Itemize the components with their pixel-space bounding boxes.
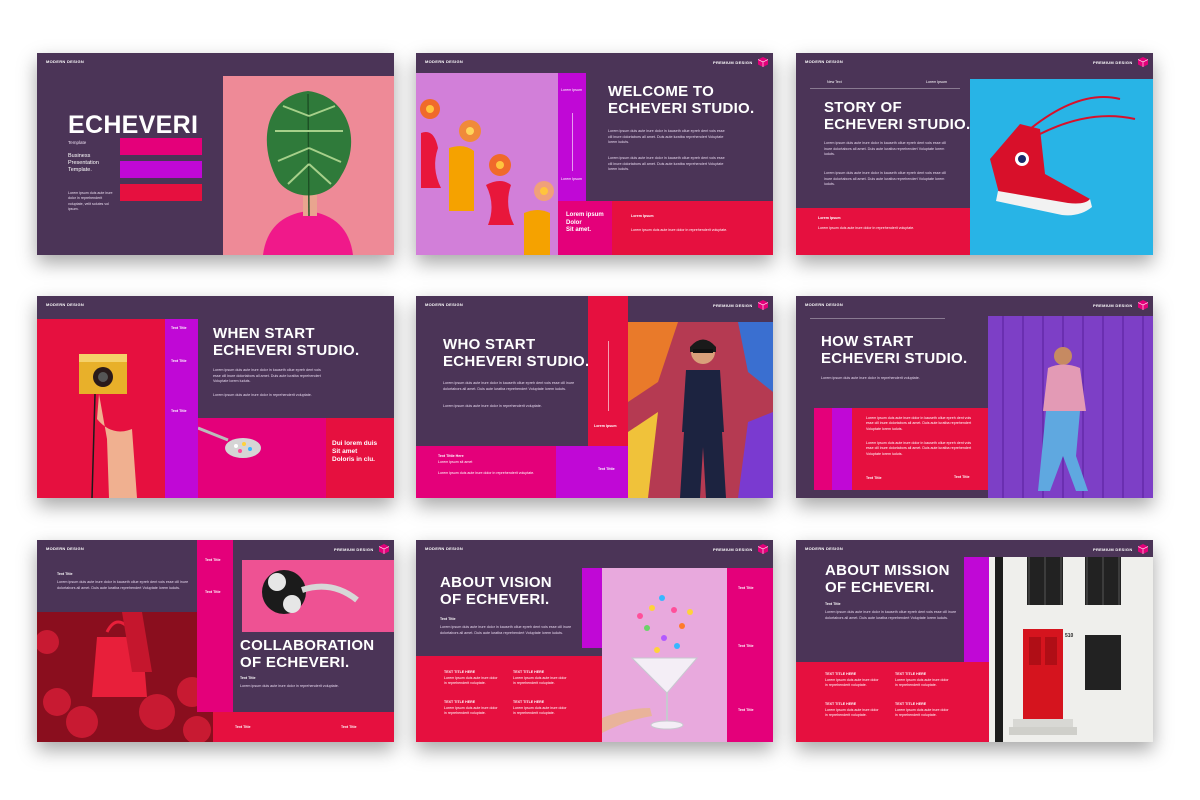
slide-tagline: Business Presentation Template. (68, 153, 99, 174)
cube-logo-icon (1138, 300, 1148, 310)
accent-bar-purple (964, 557, 989, 662)
footer-tile: Text Tittle (556, 446, 628, 498)
box-callout: Lorem ipsum Dolor Sit amet. (558, 201, 612, 255)
photo-cocktail-glass (602, 568, 727, 742)
brand-left: MODERN DESIGN (425, 546, 464, 551)
slide-paragraph: Lorem ipsum duis aute irure dolor in kau… (825, 610, 957, 620)
cube-logo-icon (758, 544, 768, 554)
color-bar-red (120, 184, 202, 201)
slide-1-cover[interactable]: MODERN DESIGN ECHEVERI Template Business… (37, 53, 394, 255)
slide-body: Lorem ipsum duis aute irure dolor in rep… (68, 191, 113, 212)
cube-logo-icon (1138, 544, 1148, 554)
photo-camera-hand (37, 319, 165, 498)
brand-left: MODERN DESIGN (425, 59, 464, 64)
side-column: Text Title Text Title (197, 540, 233, 712)
side-column: Text Title Text Title Text Title (165, 319, 198, 498)
slide-7-collaboration[interactable]: MODERN DESIGN PREMIUM DESIGN Text Title … (37, 540, 394, 742)
slide-title: HOW START ECHEVERI STUDIO. (821, 333, 968, 368)
box-callout: Dui lorem duis Sit amet Doloris in clu. (326, 418, 394, 498)
slide-paragraph-2: Lorem ipsum duis aute irure dolor in rep… (213, 393, 312, 397)
brand-right: PREMIUM DESIGN (334, 547, 374, 552)
cube-logo-icon (758, 300, 768, 310)
photo-candy-spoon (198, 418, 326, 498)
accent-bar-purple (832, 408, 852, 490)
text-title-label: Text Title (240, 676, 256, 680)
photo-red-sneaker (970, 79, 1153, 255)
side-column: Text Title Text Title Text Title (727, 568, 773, 742)
slide-title: STORY OF ECHEVERI STUDIO. (824, 99, 971, 134)
slide-paragraph: Lorem ipsum duis aute irure dolor in kau… (824, 141, 946, 157)
footer-band: Lorem Ipsum Lorem ipsum duis aute irure … (612, 201, 773, 255)
slide-9-mission[interactable]: MODERN DESIGN PREMIUM DESIGN ABOUT MISSI… (796, 540, 1153, 742)
slide-title: ABOUT MISSION OF ECHEVERI. (825, 562, 950, 597)
photo-woman-purple-wall (988, 316, 1153, 498)
slide-subtitle: Template (68, 140, 87, 145)
color-bar-purple (120, 161, 202, 178)
slide-paragraph-2: Lorem ipsum duis aute irure dolor in kau… (608, 156, 725, 172)
slide-title: ABOUT VISION OF ECHEVERI. (440, 574, 552, 609)
small-tile: Text Title (946, 466, 988, 490)
photo-flowers-vases (416, 73, 558, 255)
text-title-label: Text Title (440, 617, 456, 621)
brand-left: MODERN DESIGN (46, 59, 85, 64)
slide-paragraph-2: Lorem ipsum duis aute irure dolor in rep… (443, 404, 542, 408)
door-number: 510 (1065, 633, 1074, 639)
footer-band: Text Title Text Title (213, 712, 394, 742)
slide-8-vision[interactable]: MODERN DESIGN PREMIUM DESIGN ABOUT VISIO… (416, 540, 773, 742)
slide-3-story[interactable]: MODERN DESIGN PREMIUM DESIGN New Text Lo… (796, 53, 1153, 255)
brand-left: MODERN DESIGN (46, 546, 85, 551)
slide-5-who[interactable]: MODERN DESIGN PREMIUM DESIGN WHO START EC… (416, 296, 773, 498)
brand-left: MODERN DESIGN (805, 302, 844, 307)
photo-red-bag (37, 612, 213, 742)
brand-left: MODERN DESIGN (46, 302, 85, 307)
cube-logo-icon (1138, 57, 1148, 67)
photo-woman-headphones (242, 560, 394, 632)
new-text-label: New Text (827, 80, 842, 84)
slide-paragraph: Lorem ipsum duis aute irure dolor in kau… (608, 129, 725, 145)
brand-left: MODERN DESIGN (805, 59, 844, 64)
slide-title: ECHEVERI (68, 111, 199, 139)
brand-right: PREMIUM DESIGN (713, 60, 753, 65)
brand-left: MODERN DESIGN (805, 546, 844, 551)
brand-right: PREMIUM DESIGN (713, 547, 753, 552)
brand-right: PREMIUM DESIGN (1093, 60, 1133, 65)
text-title-label: Text Title (57, 572, 73, 576)
brand-right: PREMIUM DESIGN (1093, 547, 1133, 552)
brand-right: PREMIUM DESIGN (713, 303, 753, 308)
slide-title: WELCOME TO ECHEVERI STUDIO. (608, 83, 755, 118)
brand-right: PREMIUM DESIGN (1093, 303, 1133, 308)
side-column: Lorem Ipsum (588, 296, 628, 446)
slide-paragraph: Lorem ipsum duis aute irure dolor in kau… (213, 368, 321, 384)
slide-4-when[interactable]: MODERN DESIGN Text Title Text Title Text… (37, 296, 394, 498)
accent-bar-purple (582, 568, 602, 648)
side-column: Lorem Ipsum Lorem Ipsum (558, 73, 586, 201)
photo-monstera-leaf (223, 76, 394, 255)
slide-title: COLLABORATION OF ECHEVERI. (240, 637, 375, 672)
lorem-label: Lorem Ipsum (926, 80, 947, 84)
slide-paragraph: Lorem ipsum duis aute irure dolor in kau… (57, 580, 189, 590)
photo-red-door: 510 (989, 557, 1153, 742)
accent-bar-magenta (814, 408, 832, 490)
photo-woman-graffiti (628, 322, 773, 498)
slide-paragraph-2: Lorem ipsum duis aute irure dolor in kau… (824, 171, 946, 187)
content-grid: TEXT TITLE HERE Lorem ipsum duis aute ir… (416, 656, 602, 742)
content-grid: TEXT TITLE HERE Lorem ipsum duis aute ir… (796, 662, 989, 742)
slide-6-how[interactable]: MODERN DESIGN PREMIUM DESIGN HOW START EC… (796, 296, 1153, 498)
brand-left: MODERN DESIGN (425, 302, 464, 307)
footer-band: Lorem Ipsum Lorem ipsum duis aute irure … (796, 208, 970, 255)
cube-logo-icon (758, 57, 768, 67)
slide-title: WHO START ECHEVERI STUDIO. (443, 336, 590, 371)
slide-title: WHEN START ECHEVERI STUDIO. (213, 325, 360, 360)
slide-paragraph: Lorem ipsum duis aute irure dolor in kau… (443, 381, 575, 391)
slide-paragraph: Lorem ipsum duis aute irure dolor in rep… (821, 376, 920, 380)
slide-2-welcome[interactable]: MODERN DESIGN PREMIUM DESIGN Lorem Ipsum… (416, 53, 773, 255)
footer-band: Text Tittle Here Lorem ipsum sit amet Lo… (416, 446, 556, 498)
slide-paragraph: Lorem ipsum duis aute irure dolor in kau… (440, 625, 572, 635)
text-title-label: Text Title (825, 602, 841, 606)
color-bar-magenta (120, 138, 202, 155)
slide-paragraph-2: Lorem ipsum duis aute irure dolor in rep… (240, 684, 339, 688)
cube-logo-icon (379, 544, 389, 554)
